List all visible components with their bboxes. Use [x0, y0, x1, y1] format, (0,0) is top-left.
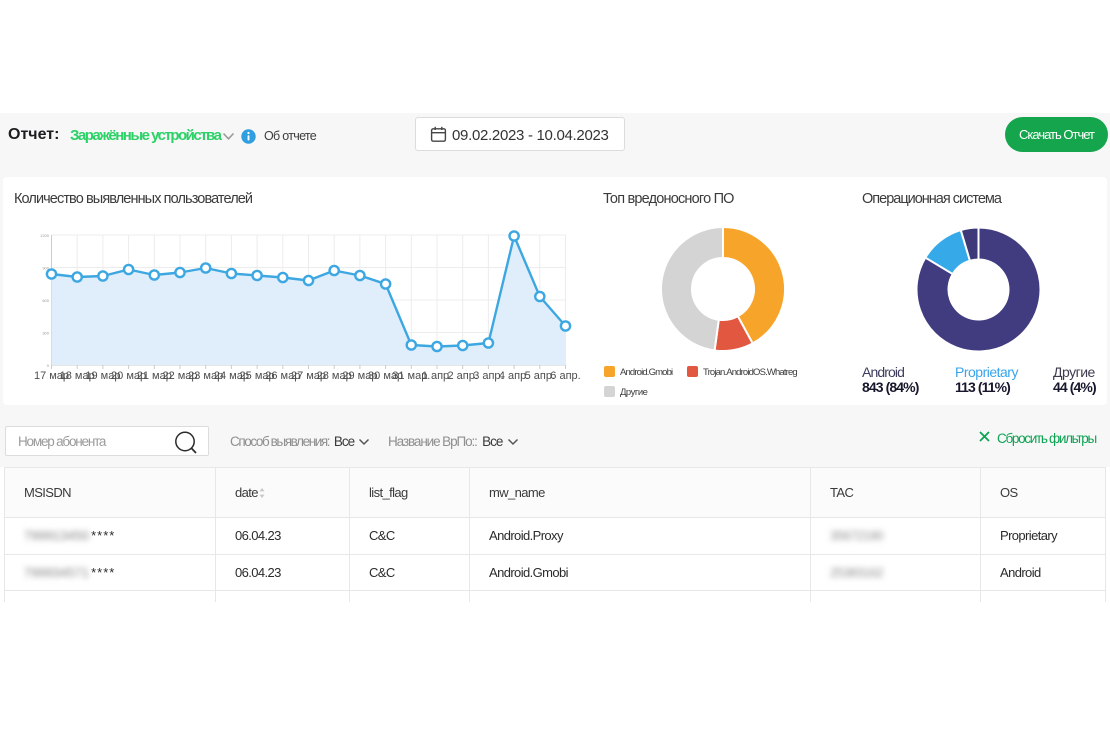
svg-text:600: 600	[42, 298, 49, 303]
svg-text:0: 0	[47, 363, 50, 368]
svg-text:1200: 1200	[40, 233, 50, 238]
svg-text:6 апр.: 6 апр.	[550, 370, 580, 382]
svg-text:300: 300	[42, 331, 49, 336]
